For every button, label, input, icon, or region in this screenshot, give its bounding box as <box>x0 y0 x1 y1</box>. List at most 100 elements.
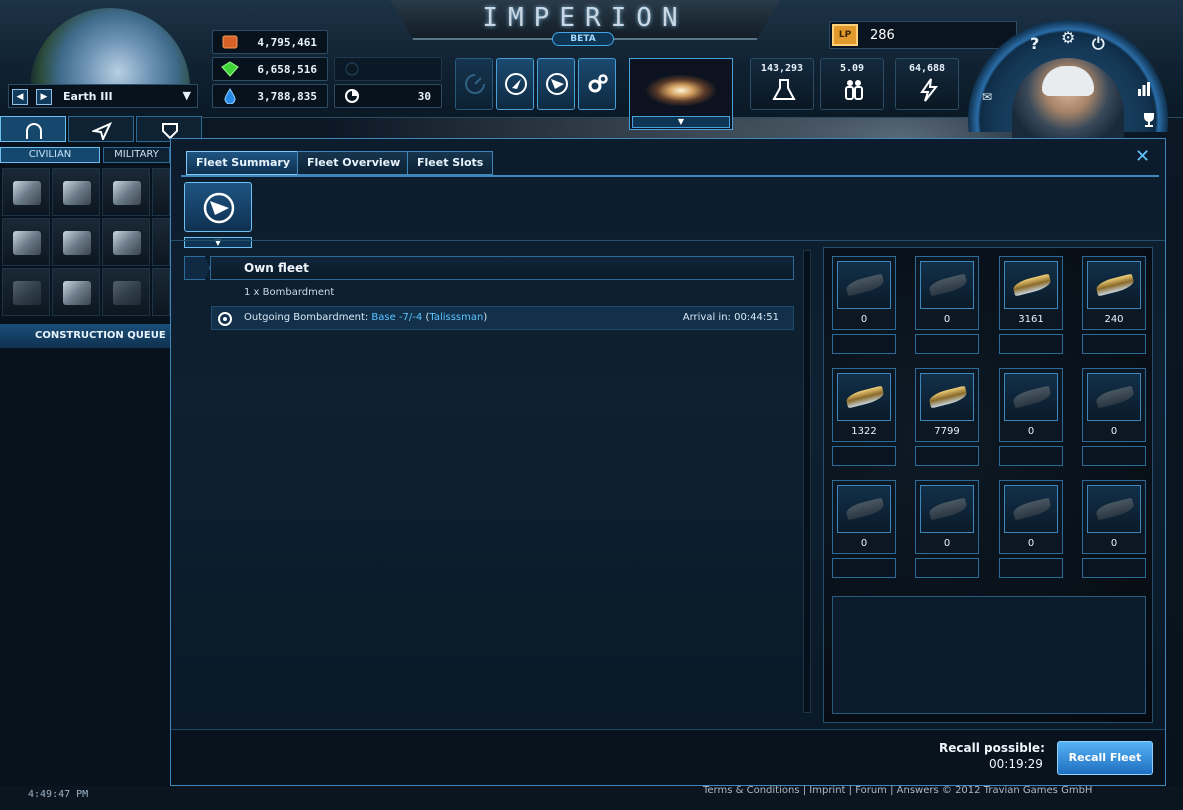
ship-count: 0 <box>860 538 868 549</box>
resource-crystal[interactable]: 6,658,516 <box>212 57 328 81</box>
answers-link[interactable]: Answers <box>897 785 939 796</box>
ship-quantity-input[interactable] <box>999 558 1063 578</box>
trophy-icon[interactable] <box>1142 112 1156 128</box>
tab-ships[interactable] <box>68 116 134 142</box>
ship-quantity-input[interactable] <box>832 334 896 354</box>
planet-selector[interactable]: ◀ ▶ Earth III ▼ <box>8 84 198 108</box>
fleet-icon <box>203 192 235 224</box>
ship-slot[interactable]: 240 <box>1082 256 1146 330</box>
mail-icon[interactable]: ✉ <box>982 90 992 104</box>
ship-quantity-input[interactable] <box>1082 558 1146 578</box>
terms-link[interactable]: Terms & Conditions <box>703 785 800 796</box>
ship-slot[interactable]: 0 <box>832 256 896 330</box>
resource-deuterium[interactable]: 3,788,835 <box>212 84 328 108</box>
forum-link[interactable]: Forum <box>855 785 887 796</box>
ship-quantity-input[interactable] <box>999 446 1063 466</box>
resource-energy[interactable]: 30 <box>334 84 442 108</box>
bar-chart-icon[interactable] <box>1137 82 1151 96</box>
modal-footer: Recall possible: 00:19:29 Recall Fleet <box>171 729 1165 785</box>
planet-name: Earth III <box>63 90 113 103</box>
building-slot[interactable] <box>102 168 150 216</box>
compass-icon <box>505 73 527 95</box>
close-icon[interactable]: ✕ <box>1135 146 1150 167</box>
beta-badge: BETA <box>552 32 614 46</box>
tab-buildings[interactable] <box>0 116 66 142</box>
building-slot[interactable] <box>52 168 100 216</box>
chevron-down-icon[interactable]: ▼ <box>632 116 730 128</box>
ship-slot[interactable]: 7799 <box>915 368 979 442</box>
ship-slot[interactable]: 0 <box>999 480 1063 554</box>
power-icon[interactable]: ⏻ <box>1092 34 1105 54</box>
ship-count: 0 <box>943 538 951 549</box>
research-stat[interactable]: 143,293 <box>750 58 814 110</box>
deuterium-icon <box>224 88 236 104</box>
energy-stat[interactable]: 64,688 <box>895 58 959 110</box>
energy-stat-value: 64,688 <box>908 63 946 74</box>
player-link[interactable]: Talisssman <box>429 312 483 323</box>
refresh-button[interactable] <box>455 58 493 110</box>
ship-quantity-input[interactable] <box>1082 446 1146 466</box>
ship-quantity-input[interactable] <box>832 558 896 578</box>
resource-empty <box>334 57 442 81</box>
building-slot[interactable] <box>152 218 170 266</box>
lightning-icon <box>920 78 939 102</box>
research-value: 143,293 <box>760 63 804 74</box>
next-planet-button[interactable]: ▶ <box>36 89 52 105</box>
construction-queue[interactable]: CONSTRUCTION QUEUE <box>0 324 170 348</box>
building-slot[interactable] <box>102 218 150 266</box>
building-slot[interactable] <box>2 218 50 266</box>
ship-quantity-input[interactable] <box>1082 334 1146 354</box>
imprint-link[interactable]: Imprint <box>809 785 845 796</box>
ship-slot[interactable]: 1322 <box>832 368 896 442</box>
tab-fleet-overview[interactable]: Fleet Overview <box>297 151 411 175</box>
ship-quantity-input[interactable] <box>915 558 979 578</box>
ship-slot[interactable]: 0 <box>1082 368 1146 442</box>
own-fleet-header: Own fleet <box>210 256 794 280</box>
fleet-icon <box>546 73 568 95</box>
building-slot[interactable] <box>2 268 50 316</box>
building-slot[interactable] <box>52 218 100 266</box>
chevron-right-icon <box>184 256 210 280</box>
ship-quantity-input[interactable] <box>915 446 979 466</box>
base-link[interactable]: Base -7/-4 <box>371 312 422 323</box>
ship-slot[interactable]: 3161 <box>999 256 1063 330</box>
recall-fleet-button[interactable]: Recall Fleet <box>1057 741 1153 775</box>
mission-row[interactable]: Outgoing Bombardment: Base -7/-4 (Taliss… <box>211 306 794 330</box>
settings-gear-button[interactable] <box>578 58 616 110</box>
building-slot[interactable] <box>2 168 50 216</box>
fleet-button[interactable] <box>537 58 575 110</box>
tab-fleet-summary[interactable]: Fleet Summary <box>186 151 300 175</box>
tab-civilian[interactable]: CIVILIAN <box>0 147 100 163</box>
ship-quantity-input[interactable] <box>832 446 896 466</box>
ship-slot[interactable]: 0 <box>1082 480 1146 554</box>
building-slot[interactable] <box>102 268 150 316</box>
ship-slot[interactable]: 0 <box>832 480 896 554</box>
nav-arrow-icon <box>92 122 112 140</box>
mission-prefix: Outgoing Bombardment: <box>244 312 372 323</box>
building-slot[interactable] <box>52 268 100 316</box>
ship-slot[interactable]: 0 <box>915 480 979 554</box>
ship-count: 3161 <box>1018 314 1044 325</box>
fleet-type-button[interactable] <box>184 182 252 232</box>
scrollbar[interactable] <box>803 250 811 713</box>
tab-divider <box>181 175 1159 177</box>
chevron-down-icon[interactable]: ▼ <box>184 237 252 248</box>
population-stat[interactable]: 5.09 <box>820 58 884 110</box>
prev-planet-button[interactable]: ◀ <box>12 89 28 105</box>
gear-icon[interactable]: ⚙ <box>1061 28 1075 47</box>
ship-quantity-input[interactable] <box>915 334 979 354</box>
chevron-down-icon[interactable]: ▼ <box>183 89 191 102</box>
building-slot[interactable] <box>152 268 170 316</box>
mission-paren-close: ) <box>483 312 488 323</box>
ship-slot[interactable]: 0 <box>915 256 979 330</box>
tab-military[interactable]: MILITARY <box>103 147 170 163</box>
ship-quantity-input[interactable] <box>999 334 1063 354</box>
resource-metal[interactable]: 4,795,461 <box>212 30 328 54</box>
ship-slot[interactable]: 0 <box>999 368 1063 442</box>
building-slot[interactable] <box>152 168 170 216</box>
navigation-button[interactable] <box>496 58 534 110</box>
credits-display[interactable]: LP 286 <box>829 21 1017 49</box>
help-icon[interactable]: ? <box>1030 34 1039 53</box>
tab-fleet-slots[interactable]: Fleet Slots <box>407 151 494 175</box>
crystal-value: 6,658,516 <box>257 63 317 76</box>
